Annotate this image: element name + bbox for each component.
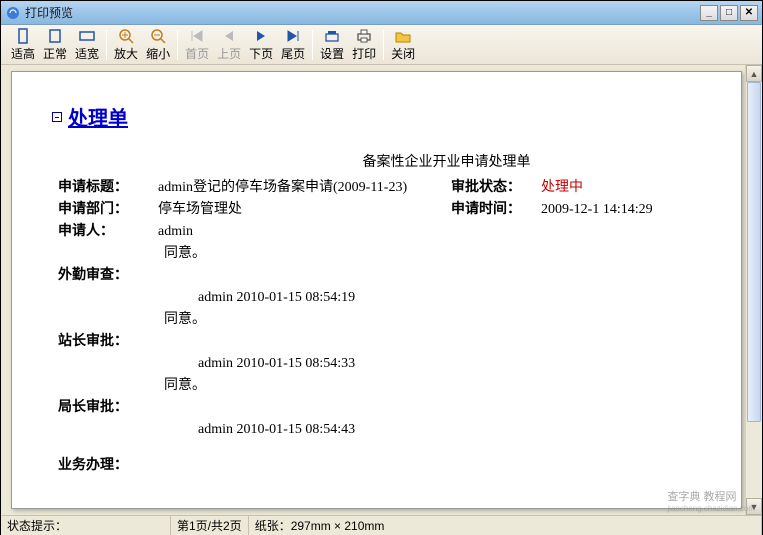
bureau-approve-agree: 同意。 [164, 375, 701, 397]
watermark: 查字典 教程网 jiaocheng.chazidian.com [667, 488, 755, 513]
normal-view-label: 正常 [43, 45, 67, 62]
toolbar: 适高 正常 适宽 放大 缩小 首页 上页 下页 尾页 设置 打印 [1, 25, 762, 65]
field-review-agree: 同意。 [164, 243, 701, 265]
prev-page-label: 上页 [217, 45, 241, 62]
next-page-button[interactable]: 下页 [245, 26, 277, 64]
last-page-button[interactable]: 尾页 [277, 26, 309, 64]
scroll-track[interactable] [746, 82, 762, 498]
zoom-out-icon [149, 28, 167, 44]
zoom-out-label: 缩小 [146, 45, 170, 62]
preview-area: 处理单 备案性企业开业申请处理单 申请标题： admin登记的停车场备案申请(2… [1, 65, 762, 515]
zoom-in-button[interactable]: 放大 [110, 26, 142, 64]
prev-page-icon [220, 28, 238, 44]
approve-state-label: 审批状态： [451, 177, 541, 199]
bureau-approve-signature: admin 2010-01-15 08:54:43 [198, 419, 701, 441]
next-page-icon [252, 28, 270, 44]
setup-icon [323, 28, 341, 44]
status-page-info: 第1页/共2页 [171, 516, 249, 535]
field-review-label: 外勤审查： [58, 265, 158, 287]
last-page-icon [284, 28, 302, 44]
window-buttons: _ □ ✕ [700, 5, 758, 21]
statusbar: 状态提示： 第1页/共2页 纸张：297mm × 210mm [1, 515, 762, 535]
titlebar: 打印预览 _ □ ✕ [1, 1, 762, 25]
next-page-label: 下页 [249, 45, 273, 62]
section-title-link[interactable]: 处理单 [68, 102, 128, 131]
setup-label: 设置 [320, 45, 344, 62]
document-title: 备案性企业开业申请处理单 [192, 151, 701, 171]
section-header: 处理单 [52, 102, 701, 131]
close-window-button[interactable]: ✕ [740, 5, 758, 21]
toolbar-separator [106, 30, 107, 60]
first-page-label: 首页 [185, 45, 209, 62]
prev-page-button[interactable]: 上页 [213, 26, 245, 64]
normal-view-button[interactable]: 正常 [39, 26, 71, 64]
applicant-value: admin [158, 221, 701, 243]
close-button[interactable]: 关闭 [387, 26, 419, 64]
vertical-scrollbar[interactable]: ▲ ▼ [745, 65, 762, 515]
page-icon [46, 28, 64, 44]
form-fields: 申请标题： admin登记的停车场备案申请(2009-11-23) 审批状态： … [58, 177, 701, 477]
setup-button[interactable]: 设置 [316, 26, 348, 64]
window-title: 打印预览 [25, 4, 700, 21]
fit-width-button[interactable]: 适宽 [71, 26, 103, 64]
station-approve-signature: admin 2010-01-15 08:54:33 [198, 353, 701, 375]
apply-dept-label: 申请部门： [58, 199, 158, 221]
applicant-label: 申请人： [58, 221, 158, 243]
print-label: 打印 [352, 45, 376, 62]
close-label: 关闭 [391, 45, 415, 62]
bureau-approve-label: 局长审批： [58, 397, 158, 419]
toolbar-separator [383, 30, 384, 60]
field-review-signature: admin 2010-01-15 08:54:19 [198, 287, 701, 309]
folder-close-icon [394, 28, 412, 44]
first-page-icon [188, 28, 206, 44]
fit-height-button[interactable]: 适高 [7, 26, 39, 64]
preview-page: 处理单 备案性企业开业申请处理单 申请标题： admin登记的停车场备案申请(2… [11, 71, 742, 509]
minimize-button[interactable]: _ [700, 5, 718, 21]
printer-icon [355, 28, 373, 44]
zoom-out-button[interactable]: 缩小 [142, 26, 174, 64]
apply-time-label: 申请时间： [451, 199, 541, 221]
toolbar-separator [177, 30, 178, 60]
zoom-in-icon [117, 28, 135, 44]
status-hint: 状态提示： [1, 516, 171, 535]
approve-state-value: 处理中 [541, 177, 701, 199]
apply-dept-value: 停车场管理处 [158, 199, 451, 221]
scroll-thumb[interactable] [747, 82, 761, 422]
apply-title-value: admin登记的停车场备案申请(2009-11-23) [158, 177, 451, 199]
fit-width-label: 适宽 [75, 45, 99, 62]
app-icon [5, 5, 21, 21]
maximize-button[interactable]: □ [720, 5, 738, 21]
collapse-icon[interactable] [52, 112, 62, 122]
toolbar-separator [312, 30, 313, 60]
business-handle-label: 业务办理： [58, 455, 158, 477]
station-approve-label: 站长审批： [58, 331, 158, 353]
station-approve-agree: 同意。 [164, 309, 701, 331]
page-tall-icon [14, 28, 32, 44]
print-button[interactable]: 打印 [348, 26, 380, 64]
fit-height-label: 适高 [11, 45, 35, 62]
zoom-in-label: 放大 [114, 45, 138, 62]
page-wide-icon [78, 28, 96, 44]
first-page-button[interactable]: 首页 [181, 26, 213, 64]
status-paper-info: 纸张：297mm × 210mm [249, 516, 762, 535]
scroll-up-arrow-icon[interactable]: ▲ [746, 65, 762, 82]
watermark-text: 查字典 教程网 [667, 491, 736, 503]
watermark-url: jiaocheng.chazidian.com [667, 504, 755, 513]
apply-title-label: 申请标题： [58, 177, 158, 199]
apply-time-value: 2009-12-1 14:14:29 [541, 199, 701, 221]
last-page-label: 尾页 [281, 45, 305, 62]
